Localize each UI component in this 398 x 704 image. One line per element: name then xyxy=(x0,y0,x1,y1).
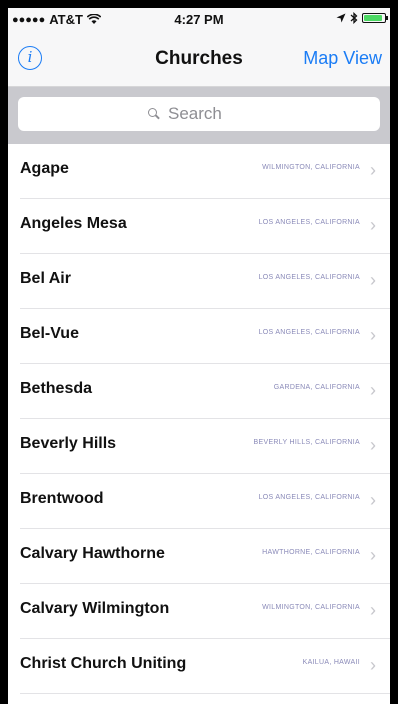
church-location: HAWTHORNE, CALIFORNIA xyxy=(262,549,360,556)
church-name: Beverly Hills xyxy=(20,435,117,452)
church-location: WILMINGTON, CALIFORNIA xyxy=(262,604,360,611)
search-bar xyxy=(8,87,390,144)
chevron-right-icon: › xyxy=(370,270,376,290)
list-item[interactable]: Bethesda GARDENA, CALIFORNIA › xyxy=(20,364,390,419)
chevron-right-icon: › xyxy=(370,545,376,565)
church-name: Bel-Vue xyxy=(20,325,79,342)
chevron-right-icon: › xyxy=(370,215,376,235)
church-name: Bel Air xyxy=(20,270,71,287)
search-field-container[interactable] xyxy=(18,97,380,131)
screen: ●●●●● AT&T 4:27 PM i Churches Map View S… xyxy=(8,8,390,704)
church-location: BEVERLY HILLS, CALIFORNIA xyxy=(253,439,360,446)
search-input[interactable] xyxy=(166,103,250,125)
chevron-right-icon: › xyxy=(370,325,376,345)
church-location: GARDENA, CALIFORNIA xyxy=(273,384,360,391)
church-name: Calvary Hawthorne xyxy=(20,545,165,562)
church-name: Brentwood xyxy=(20,490,104,507)
list-item[interactable]: Angeles Mesa LOS ANGELES, CALIFORNIA › xyxy=(20,199,390,254)
battery-fill xyxy=(364,15,382,21)
church-list: Agape WILMINGTON, CALIFORNIA › Angeles M… xyxy=(8,144,390,704)
church-name: Christ Church Uniting xyxy=(20,655,187,672)
location-arrow-icon xyxy=(336,13,346,23)
church-location: KAILUA, HAWAII xyxy=(302,659,360,666)
list-item[interactable]: Christ Church Uniting KAILUA, HAWAII › xyxy=(20,639,390,694)
search-icon xyxy=(148,108,160,120)
map-view-button[interactable]: Map View xyxy=(303,48,382,69)
list-item[interactable]: Agape WILMINGTON, CALIFORNIA › xyxy=(20,144,390,199)
church-name: Calvary Wilmington xyxy=(20,600,170,617)
church-location: LOS ANGELES, CALIFORNIA xyxy=(258,274,360,281)
list-item[interactable]: Brentwood LOS ANGELES, CALIFORNIA › xyxy=(20,474,390,529)
church-location: WILMINGTON, CALIFORNIA xyxy=(262,164,360,171)
battery-tip xyxy=(386,16,388,20)
list-item[interactable]: Beverly Hills BEVERLY HILLS, CALIFORNIA … xyxy=(20,419,390,474)
church-location: LOS ANGELES, CALIFORNIA xyxy=(258,494,360,501)
church-location: LOS ANGELES, CALIFORNIA xyxy=(258,329,360,336)
list-item[interactable]: Bel-Vue LOS ANGELES, CALIFORNIA › xyxy=(20,309,390,364)
list-item-partial[interactable] xyxy=(20,694,390,704)
church-name: Bethesda xyxy=(20,380,93,397)
status-right xyxy=(336,12,388,24)
status-bar: ●●●●● AT&T 4:27 PM xyxy=(8,8,390,32)
list-item[interactable]: Bel Air LOS ANGELES, CALIFORNIA › xyxy=(20,254,390,309)
navigation-bar: i Churches Map View xyxy=(8,32,390,87)
list-item[interactable]: Calvary Hawthorne HAWTHORNE, CALIFORNIA … xyxy=(20,529,390,584)
chevron-right-icon: › xyxy=(370,490,376,510)
chevron-right-icon: › xyxy=(370,435,376,455)
church-location: LOS ANGELES, CALIFORNIA xyxy=(258,219,360,226)
church-name: Agape xyxy=(20,160,69,177)
status-time: 4:27 PM xyxy=(174,12,224,27)
bluetooth-icon xyxy=(350,12,358,24)
device-frame: ●●●●● AT&T 4:27 PM i Churches Map View S… xyxy=(0,0,398,704)
chevron-right-icon: › xyxy=(370,380,376,400)
chevron-right-icon: › xyxy=(370,160,376,180)
chevron-right-icon: › xyxy=(370,600,376,620)
battery-icon xyxy=(362,13,388,23)
list-item[interactable]: Calvary Wilmington WILMINGTON, CALIFORNI… xyxy=(20,584,390,639)
church-name: Angeles Mesa xyxy=(20,215,127,232)
chevron-right-icon: › xyxy=(370,655,376,675)
